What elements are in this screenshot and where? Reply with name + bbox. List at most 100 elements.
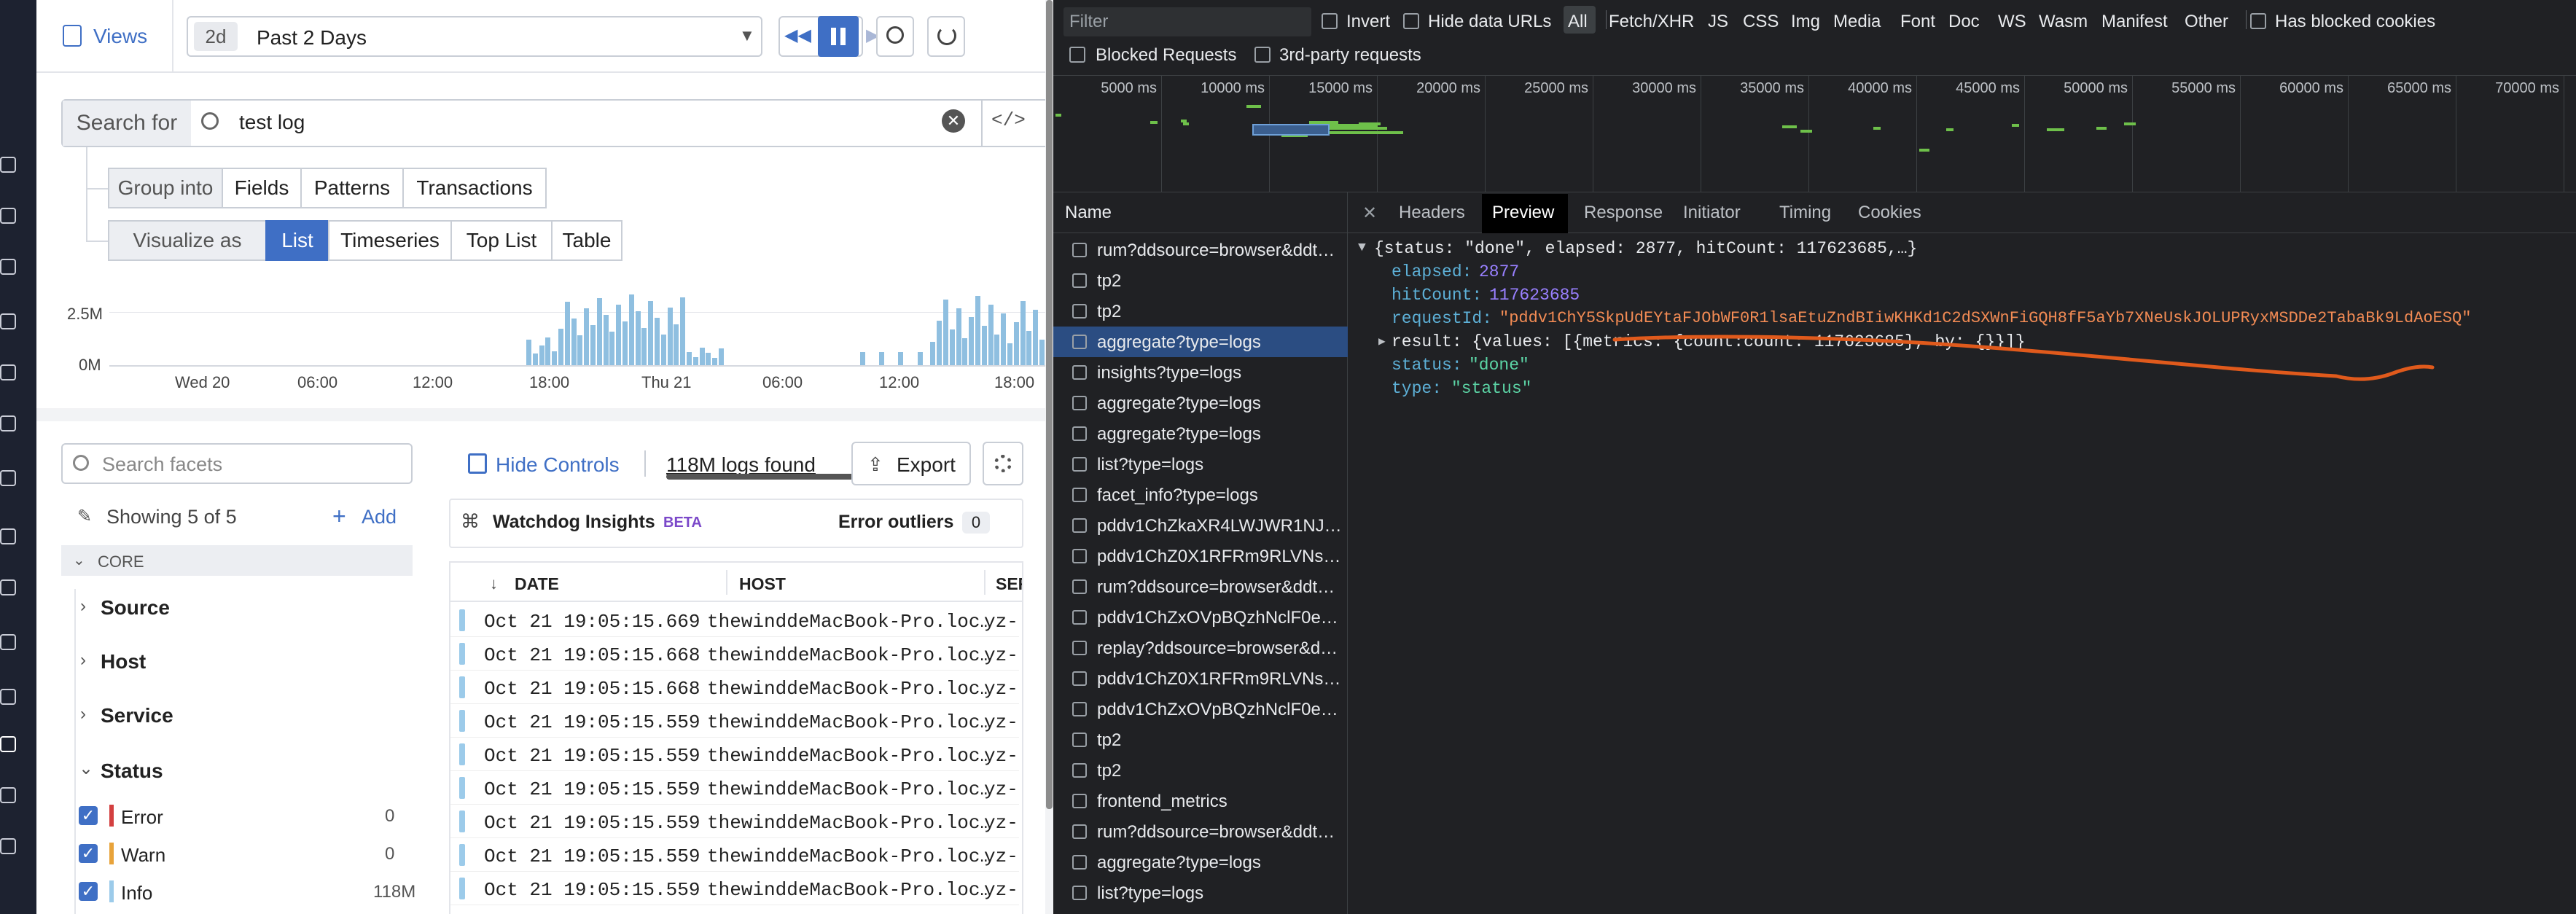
group-transactions[interactable]: Transactions [402, 168, 547, 208]
chevron-right-icon: › [80, 704, 86, 724]
histogram-x-label: 18:00 [529, 373, 570, 391]
table-row[interactable]: Oct 21 19:05:15.559 thewinddeMacBook-Pro.… [450, 704, 1019, 738]
visualize-toplist[interactable]: Top List [450, 220, 553, 261]
status-warn-checkbox[interactable]: ✓ [79, 844, 98, 863]
apm-icon[interactable] [0, 415, 16, 431]
search-prefix: Search for [63, 101, 191, 146]
visualize-list[interactable]: List [265, 220, 329, 261]
histogram-bar [949, 329, 955, 365]
integrations-icon[interactable] [0, 364, 16, 380]
visualize-as-label: Visualize as [108, 220, 267, 261]
monitor-icon[interactable] [0, 259, 16, 275]
group-fields[interactable]: Fields [222, 168, 302, 208]
views-icon[interactable] [63, 25, 82, 47]
histogram-bar [552, 351, 558, 365]
chevron-down-icon: ⌄ [73, 552, 85, 569]
status-warn-label: Warn [121, 844, 166, 866]
visualize-timeseries[interactable]: Timeseries [328, 220, 452, 261]
log-explorer: Views 2d Past 2 Days ▼ ◀◀ ▶▶ Search for … [36, 0, 1072, 914]
column-service[interactable]: SER [996, 574, 1022, 594]
infrastructure-icon[interactable] [0, 313, 16, 329]
pause-button[interactable] [818, 16, 859, 57]
table-row[interactable]: Oct 21 19:05:15.559 thewinddeMacBook-Pro.… [450, 805, 1019, 838]
row-host: thewinddeMacBook-Pro.loc… [707, 611, 992, 633]
histogram-bar [687, 352, 692, 365]
status-error-checkbox[interactable]: ✓ [79, 806, 98, 825]
ux-monitoring-icon[interactable] [0, 689, 16, 705]
row-service: yz- [984, 745, 1018, 767]
search-input[interactable]: test log [239, 111, 305, 134]
row-host: thewinddeMacBook-Pro.loc… [707, 678, 992, 700]
plus-icon[interactable]: + [332, 503, 346, 530]
histogram-bar [692, 357, 698, 365]
histogram-bar [641, 328, 647, 365]
row-service: yz- [984, 778, 1018, 800]
facet-host[interactable]: Host [101, 650, 146, 673]
histogram-bar [898, 352, 904, 365]
status-marker [459, 676, 465, 698]
histogram-bar [706, 353, 711, 365]
facet-status[interactable]: Status [101, 759, 163, 783]
table-row[interactable]: Oct 21 19:05:15.559 thewinddeMacBook-Pro.… [450, 738, 1019, 771]
status-info-checkbox[interactable]: ✓ [79, 882, 98, 901]
views-button[interactable]: Views [93, 25, 147, 48]
histogram-x-label: 18:00 [994, 373, 1035, 391]
settings-button[interactable] [983, 442, 1023, 485]
dashboard-icon[interactable] [0, 208, 16, 224]
table-row[interactable]: Oct 21 19:05:15.559 thewinddeMacBook-Pro.… [450, 872, 1019, 905]
vertical-scrollbar[interactable] [1046, 0, 1053, 809]
facet-source[interactable]: Source [101, 596, 170, 620]
row-service: yz- [984, 845, 1018, 867]
rewind-icon[interactable]: ◀◀ [784, 25, 811, 46]
table-row[interactable]: Oct 21 19:05:15.559 thewinddeMacBook-Pro.… [450, 771, 1019, 805]
help-icon[interactable] [0, 838, 16, 854]
clear-search-icon[interactable]: ✕ [942, 109, 965, 133]
edit-icon[interactable]: ✎ [77, 506, 92, 527]
zoom-out-button[interactable] [876, 16, 914, 57]
code-view-icon[interactable]: </> [991, 109, 1026, 131]
table-row[interactable]: Oct 21 19:05:15.559 thewinddeMacBook-Pro.… [450, 838, 1019, 872]
settings-icon[interactable] [0, 787, 16, 803]
error-outliers-count: 0 [962, 512, 990, 534]
group-patterns[interactable]: Patterns [300, 168, 404, 208]
column-host[interactable]: HOST [739, 574, 786, 594]
histogram-bar [962, 338, 968, 365]
row-service: yz- [984, 611, 1018, 633]
sort-arrow-icon[interactable]: ↓ [490, 574, 498, 593]
histogram-bar [981, 326, 987, 365]
table-row[interactable]: Oct 21 19:05:15.668 thewinddeMacBook-Pro.… [450, 671, 1019, 704]
devtools-network-panel: Filter Invert Hide data URLs All Fetch/X… [1053, 0, 2576, 914]
refresh-button[interactable] [927, 16, 965, 57]
time-range-label: Past 2 Days [257, 26, 367, 49]
time-range-picker[interactable]: 2d Past 2 Days ▼ [187, 16, 762, 57]
histogram[interactable] [109, 292, 1072, 365]
histogram-bar [648, 301, 654, 365]
row-date: Oct 21 19:05:15.559 [484, 711, 700, 733]
export-icon: ⇪ [867, 453, 883, 475]
logs-active-icon[interactable] [0, 736, 16, 752]
notebook-icon[interactable] [0, 470, 16, 486]
search-icon[interactable] [0, 157, 16, 173]
facet-service[interactable]: Service [101, 704, 173, 727]
status-marker [459, 609, 465, 631]
zoom-icon [886, 26, 904, 44]
histogram-bar [917, 352, 923, 365]
histogram-x-label: Thu 21 [641, 373, 692, 391]
gear-icon [994, 455, 1012, 472]
add-facet-button[interactable]: Add [362, 506, 397, 528]
status-error-color [109, 805, 114, 827]
histogram-bar [956, 308, 961, 365]
column-date[interactable]: DATE [515, 574, 559, 594]
group-into-label: Group into [108, 168, 223, 208]
metrics-icon[interactable] [0, 528, 16, 544]
row-host: thewinddeMacBook-Pro.loc… [707, 745, 992, 767]
hide-controls-button[interactable]: Hide Controls [496, 453, 620, 477]
visualize-table[interactable]: Table [551, 220, 622, 261]
table-row[interactable]: Oct 21 19:05:15.668 thewinddeMacBook-Pro.… [450, 637, 1019, 671]
histogram-bar [655, 318, 660, 365]
app-sidebar [0, 0, 36, 914]
table-row[interactable]: Oct 21 19:05:15.669 thewinddeMacBook-Pro.… [450, 604, 1019, 637]
security-icon[interactable] [0, 634, 16, 650]
status-info-count: 118M [373, 882, 416, 902]
logs-icon[interactable] [0, 579, 16, 595]
